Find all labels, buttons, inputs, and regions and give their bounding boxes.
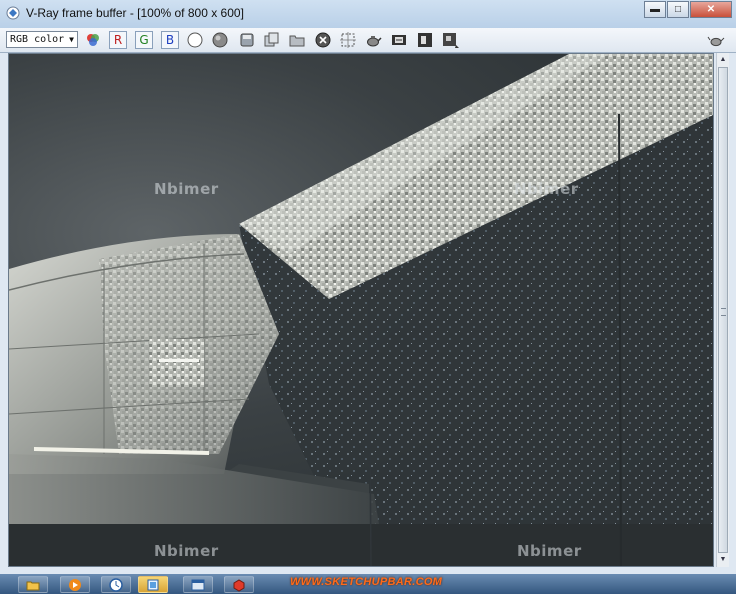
close-button[interactable]: ✕	[690, 1, 732, 18]
blue-channel-button[interactable]: B	[161, 31, 179, 49]
title-bar[interactable]: V-Ray frame buffer - [100% of 800 x 600]…	[0, 0, 736, 28]
media-player-icon[interactable]	[60, 576, 90, 593]
render-image	[9, 54, 713, 566]
gray-sphere-icon[interactable]	[211, 31, 229, 49]
teapot-render-icon[interactable]	[364, 31, 382, 49]
scroll-down-arrow-icon[interactable]: ▼	[717, 554, 729, 566]
vray-frame-buffer-window: V-Ray frame buffer - [100% of 800 x 600]…	[0, 0, 736, 574]
color-balls-icon[interactable]	[84, 31, 102, 49]
watermark-text: Nbimer	[517, 542, 582, 560]
clone-icon[interactable]	[263, 31, 281, 49]
watermark-text: Nbimer	[154, 180, 219, 198]
vertical-scrollbar[interactable]: ▲ ▼	[716, 53, 729, 567]
white-circle-icon[interactable]	[186, 31, 204, 49]
vray-app-icon	[6, 6, 20, 20]
file-explorer-icon[interactable]	[18, 576, 48, 593]
minimize-button[interactable]: ▬	[644, 1, 666, 18]
clear-icon[interactable]	[314, 31, 332, 49]
taskbar: WWW.SKETCHUPBAR.COM	[0, 574, 736, 594]
sketchupbar-link[interactable]: WWW.SKETCHUPBAR.COM	[290, 576, 442, 588]
scroll-thumb[interactable]	[718, 67, 728, 553]
watermark-text: Nbimer	[514, 180, 579, 198]
window-title: V-Ray frame buffer - [100% of 800 x 600]	[26, 6, 244, 20]
vfb-history-icon[interactable]	[441, 31, 459, 49]
save-icon[interactable]	[238, 31, 256, 49]
red-channel-button[interactable]: R	[109, 31, 127, 49]
toolbar: RGB color ▼ R G B	[0, 28, 736, 53]
region-render-icon[interactable]	[339, 31, 357, 49]
window-icon[interactable]	[183, 576, 213, 593]
watermark-text: Nbimer	[154, 542, 219, 560]
channel-select-value: RGB color	[10, 34, 65, 45]
teapot-icon[interactable]	[707, 31, 725, 49]
app-icon[interactable]	[138, 576, 168, 593]
open-folder-icon[interactable]	[288, 31, 306, 49]
info-icon[interactable]	[416, 31, 434, 49]
green-channel-button[interactable]: G	[135, 31, 153, 49]
scroll-grip-icon	[721, 308, 726, 316]
lut-icon[interactable]	[390, 31, 408, 49]
chevron-down-icon: ▼	[69, 35, 74, 44]
maximize-button[interactable]: □	[667, 1, 689, 18]
clock-icon[interactable]	[101, 576, 131, 593]
render-viewport[interactable]: Nbimer Nbimer Nbimer Nbimer	[8, 53, 714, 567]
scroll-up-arrow-icon[interactable]: ▲	[717, 54, 729, 66]
sketchup-icon[interactable]	[224, 576, 254, 593]
channel-select[interactable]: RGB color ▼	[6, 31, 78, 48]
